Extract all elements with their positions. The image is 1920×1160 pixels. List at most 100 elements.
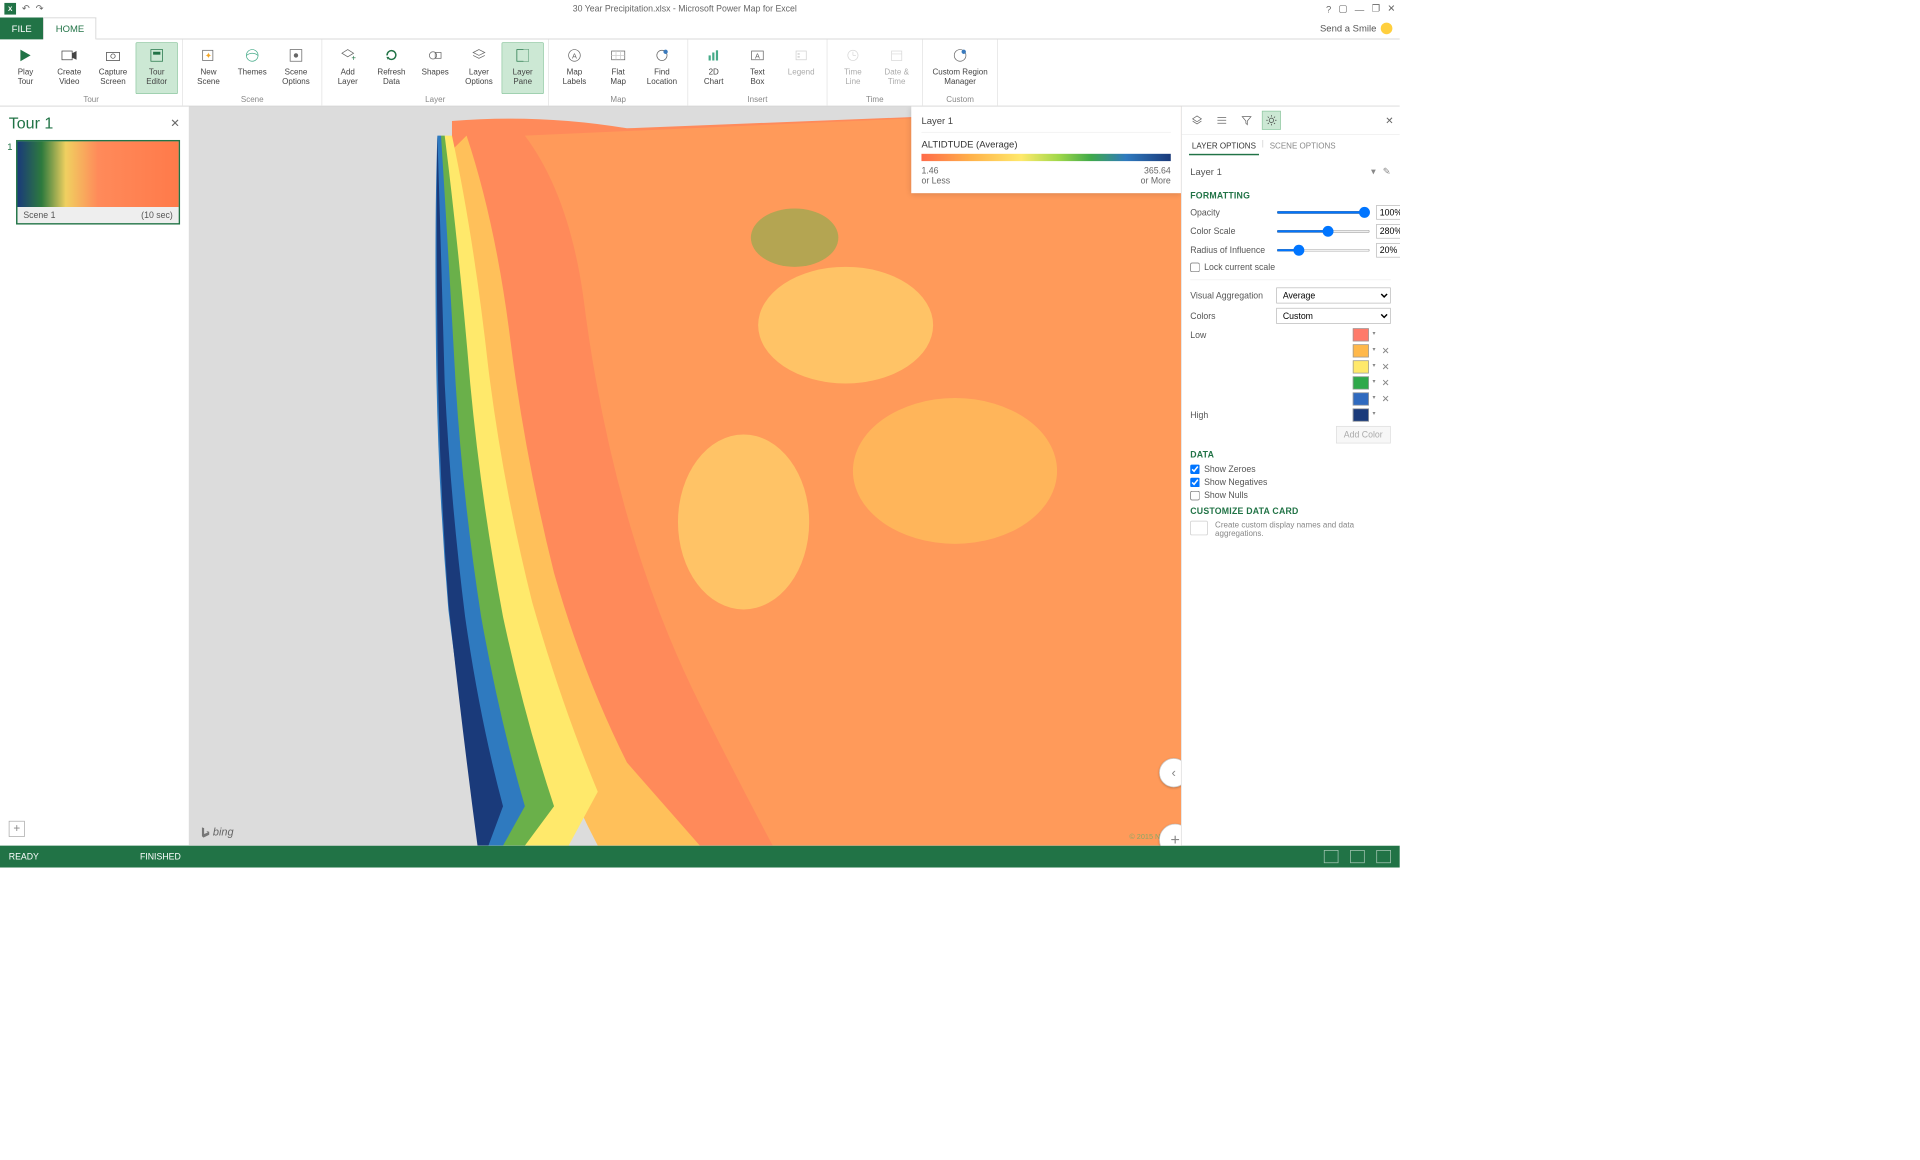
- remove-color-3[interactable]: ✕: [1381, 377, 1391, 389]
- map-area[interactable]: Layer 1 ALTIDTUDE (Average) 1.46or Less …: [190, 106, 1181, 845]
- color-swatch-4[interactable]: [1353, 392, 1369, 405]
- file-tab[interactable]: FILE: [0, 17, 43, 39]
- colors-label: Colors: [1190, 311, 1270, 321]
- remove-color-2[interactable]: ✕: [1381, 361, 1391, 373]
- color-swatch-0[interactable]: [1353, 328, 1369, 341]
- status-bar: READY FINISHED: [0, 846, 1400, 868]
- region-manager-icon: [951, 46, 970, 65]
- bing-logo: bing: [200, 826, 234, 838]
- color-scale-slider[interactable]: [1276, 230, 1370, 233]
- tour-editor-icon: [147, 46, 166, 65]
- play-icon: [16, 46, 35, 65]
- color-scale-input[interactable]: [1376, 224, 1399, 239]
- layer-options-button[interactable]: LayerOptions: [458, 42, 500, 94]
- colors-select[interactable]: Custom: [1276, 308, 1390, 324]
- text-box-button[interactable]: ATextBox: [736, 42, 778, 94]
- pane-tab-settings-icon[interactable]: [1262, 111, 1281, 130]
- shapes-icon: [426, 46, 445, 65]
- opacity-slider[interactable]: [1276, 211, 1370, 214]
- map-legend[interactable]: Layer 1 ALTIDTUDE (Average) 1.46or Less …: [911, 106, 1181, 193]
- time-line-button: TimeLine: [832, 42, 874, 94]
- remove-color-4[interactable]: ✕: [1381, 393, 1391, 405]
- pane-tab-filter-icon[interactable]: [1237, 111, 1256, 130]
- tour-title: Tour 1: [9, 114, 54, 133]
- formatting-section-title: FORMATTING: [1190, 190, 1390, 200]
- layer-options-subtab[interactable]: LAYER OPTIONS: [1189, 139, 1259, 155]
- find-location-button[interactable]: FindLocation: [641, 42, 683, 94]
- capture-screen-button[interactable]: CaptureScreen: [92, 42, 134, 94]
- layer-options-icon: [469, 46, 488, 65]
- date-time-button: Date &Time: [876, 42, 918, 94]
- radius-slider[interactable]: [1276, 249, 1370, 252]
- themes-button[interactable]: Themes: [231, 42, 273, 94]
- close-window-button[interactable]: ✕: [1387, 3, 1395, 15]
- tour-editor-button[interactable]: TourEditor: [136, 42, 178, 94]
- pane-tab-fields-icon[interactable]: [1212, 111, 1231, 130]
- legend-button: Legend: [780, 42, 822, 94]
- statusbar-view-3[interactable]: [1376, 850, 1391, 863]
- ribbon-group-custom: Custom RegionManager Custom: [923, 39, 998, 105]
- ribbon-group-insert: 2DChart ATextBox Legend Insert: [688, 39, 827, 105]
- pane-close-button[interactable]: ✕: [1385, 114, 1394, 126]
- lock-scale-checkbox[interactable]: [1190, 262, 1199, 271]
- legend-color-scale: [921, 154, 1170, 161]
- refresh-icon: [382, 46, 401, 65]
- scene-options-button[interactable]: SceneOptions: [275, 42, 317, 94]
- pane-tab-layers-icon[interactable]: [1188, 111, 1207, 130]
- title-bar: X ↶ ↷ 30 Year Precipitation.xlsx - Micro…: [0, 0, 1400, 17]
- show-nulls-checkbox[interactable]: [1190, 490, 1199, 499]
- svg-text:✦: ✦: [205, 50, 213, 60]
- send-smile-link[interactable]: Send a Smile: [1320, 23, 1376, 34]
- find-location-icon: [652, 46, 671, 65]
- redo-button[interactable]: ↷: [36, 3, 44, 15]
- custom-region-manager-button[interactable]: Custom RegionManager: [927, 42, 993, 94]
- statusbar-view-2[interactable]: [1350, 850, 1365, 863]
- restore-button[interactable]: ❐: [1372, 3, 1380, 15]
- flat-map-button[interactable]: FlatMap: [597, 42, 639, 94]
- undo-button[interactable]: ↶: [22, 3, 30, 15]
- color-swatch-5[interactable]: [1353, 408, 1369, 421]
- new-scene-button[interactable]: ✦NewScene: [187, 42, 229, 94]
- rotate-left-button[interactable]: ‹: [1159, 758, 1181, 787]
- show-negatives-checkbox[interactable]: [1190, 477, 1199, 486]
- add-color-button[interactable]: Add Color: [1336, 426, 1391, 443]
- map-labels-button[interactable]: AMapLabels: [553, 42, 595, 94]
- map-labels-icon: A: [565, 46, 584, 65]
- scene-thumbnail[interactable]: 1 Scene 1 (10 sec): [16, 140, 180, 225]
- add-scene-button[interactable]: +: [9, 821, 25, 837]
- color-swatch-3[interactable]: [1353, 376, 1369, 389]
- opacity-input[interactable]: [1376, 205, 1399, 220]
- shapes-button[interactable]: Shapes: [414, 42, 456, 94]
- legend-low: 1.46or Less: [921, 165, 950, 185]
- layer-pane-icon: [513, 46, 532, 65]
- color-swatch-2[interactable]: [1353, 360, 1369, 373]
- layer-rename-button[interactable]: ✎: [1383, 165, 1391, 176]
- 2d-chart-button[interactable]: 2DChart: [693, 42, 735, 94]
- show-zeroes-checkbox[interactable]: [1190, 464, 1199, 473]
- home-tab[interactable]: HOME: [43, 17, 96, 39]
- remove-color-1[interactable]: ✕: [1381, 345, 1391, 357]
- radius-input[interactable]: [1376, 243, 1399, 258]
- play-tour-button[interactable]: PlayTour: [4, 42, 46, 94]
- legend-high: 365.64or More: [1141, 165, 1171, 185]
- themes-icon: [243, 46, 262, 65]
- window-title: 30 Year Precipitation.xlsx - Microsoft P…: [44, 4, 1326, 14]
- visual-aggregation-select[interactable]: Average: [1276, 287, 1390, 303]
- layer-pane-button[interactable]: LayerPane: [502, 42, 544, 94]
- minimize-button[interactable]: —: [1355, 3, 1364, 14]
- help-button[interactable]: ?: [1326, 3, 1331, 14]
- statusbar-view-1[interactable]: [1324, 850, 1339, 863]
- color-swatch-1[interactable]: [1353, 344, 1369, 357]
- layer-dropdown-button[interactable]: ▾: [1371, 165, 1376, 176]
- map-canvas[interactable]: [190, 106, 1181, 845]
- create-video-button[interactable]: CreateVideo: [48, 42, 90, 94]
- ribbon-display-button[interactable]: ▢: [1339, 3, 1348, 15]
- tour-pane-close-button[interactable]: ✕: [170, 116, 180, 131]
- smile-icon[interactable]: [1381, 22, 1393, 34]
- high-color-label: High: [1190, 410, 1348, 420]
- refresh-data-button[interactable]: RefreshData: [370, 42, 412, 94]
- customize-datacard-button[interactable]: Create custom display names and data agg…: [1190, 521, 1390, 538]
- scene-options-subtab[interactable]: SCENE OPTIONS: [1267, 139, 1339, 155]
- timeline-icon: [843, 46, 862, 65]
- add-layer-button[interactable]: +AddLayer: [327, 42, 369, 94]
